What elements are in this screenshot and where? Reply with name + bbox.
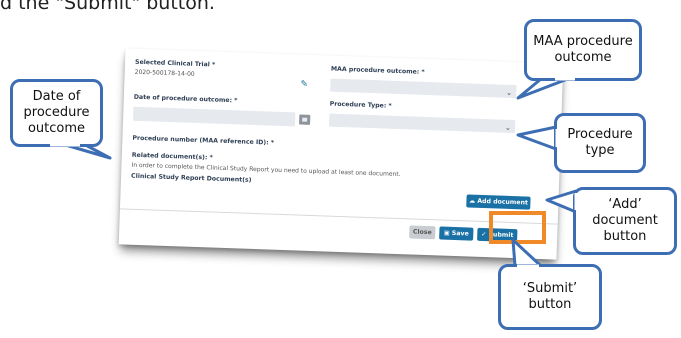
callout-pointer-joins — [50, 77, 578, 268]
